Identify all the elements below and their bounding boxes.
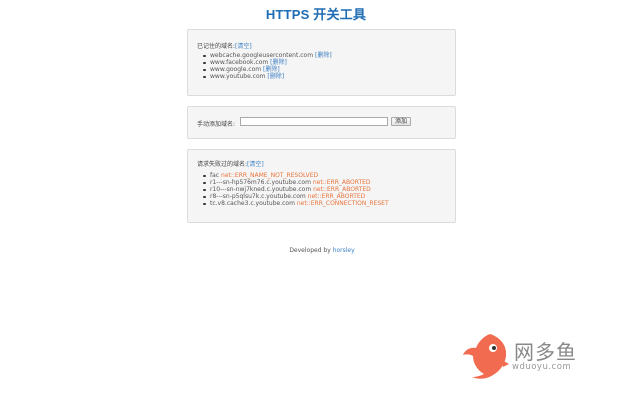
saved-domains-header: 已记住的域名:[清空] (197, 41, 252, 50)
delete-link[interactable]: [删除] (315, 52, 332, 59)
footer-prefix: Developed by (289, 247, 331, 254)
error-text: net::ERR_ABORTED (312, 179, 371, 186)
error-text: net::ERR_CONNECTION_RESET (296, 200, 389, 207)
author-link[interactable]: horsley (333, 247, 355, 254)
manual-add-label: 手动添加域名: (197, 121, 236, 128)
domain-text: www.google.com (210, 66, 262, 73)
saved-domains-label: 已记住的域名: (197, 43, 236, 50)
list-item: www.youtube.com [删除] (203, 73, 332, 80)
domain-text: r10---sn-nwj7kned.c.youtube.com (210, 186, 312, 193)
watermark-name: 网多鱼 (514, 340, 577, 364)
list-item: webcache.googleusercontent.com [删除] (203, 52, 332, 59)
list-item: r1---sn-hp576m76.c.youtube.com net::ERR_… (203, 179, 389, 186)
domain-text: www.facebook.com (210, 59, 269, 66)
manual-add-panel: 手动添加域名: 添加 (187, 106, 456, 139)
domain-text: fac (210, 172, 220, 179)
list-item: r8---sn-p5qlsu7k.c.youtube.com net::ERR_… (203, 193, 389, 200)
delete-link[interactable]: [删除] (267, 73, 284, 80)
watermark-url: wduoyu.com (512, 362, 572, 372)
footer: Developed by horsley (0, 247, 640, 254)
list-item: r10---sn-nwj7kned.c.youtube.com net::ERR… (203, 186, 389, 193)
clear-failed-link[interactable]: [清空] (247, 161, 264, 168)
failed-domains-label: 请求失败过的域名: (197, 161, 248, 168)
failed-domains-panel: 请求失败过的域名:[清空] fac net::ERR_NAME_NOT_RESO… (187, 149, 456, 223)
domain-text: webcache.googleusercontent.com (210, 52, 314, 59)
page-title: HTTPS 开关工具 (265, 7, 367, 22)
domain-text: www.youtube.com (210, 73, 266, 80)
delete-link[interactable]: [删除] (270, 59, 287, 66)
clear-saved-link[interactable]: [清空] (235, 43, 252, 50)
list-item: www.google.com [删除] (203, 66, 332, 73)
error-text: net::ERR_ABORTED (307, 193, 366, 200)
failed-domains-list: fac net::ERR_NAME_NOT_RESOLVED r1---sn-h… (203, 172, 389, 207)
domain-text: r1---sn-hp576m76.c.youtube.com (210, 179, 311, 186)
error-text: net::ERR_ABORTED (313, 186, 371, 193)
add-button[interactable]: 添加 (391, 117, 411, 126)
domain-text: r8---sn-p5qlsu7k.c.youtube.com (210, 193, 306, 200)
list-item: fac net::ERR_NAME_NOT_RESOLVED (203, 172, 389, 179)
list-item: tc.v8.cache3.c.youtube.com net::ERR_CONN… (203, 200, 389, 207)
domain-input[interactable] (240, 117, 388, 126)
error-text: net::ERR_NAME_NOT_RESOLVED (221, 172, 319, 179)
delete-link[interactable]: [删除] (263, 66, 280, 73)
fish-logo-icon (463, 334, 509, 379)
watermark: 网多鱼 wduoyu.com (462, 330, 612, 380)
domain-text: tc.v8.cache3.c.youtube.com (210, 200, 295, 207)
failed-domains-header: 请求失败过的域名:[清空] (197, 159, 264, 168)
saved-domains-list: webcache.googleusercontent.com [删除] www.… (203, 52, 332, 80)
saved-domains-panel: 已记住的域名:[清空] webcache.googleusercontent.c… (187, 29, 456, 96)
list-item: www.facebook.com [删除] (203, 59, 332, 66)
